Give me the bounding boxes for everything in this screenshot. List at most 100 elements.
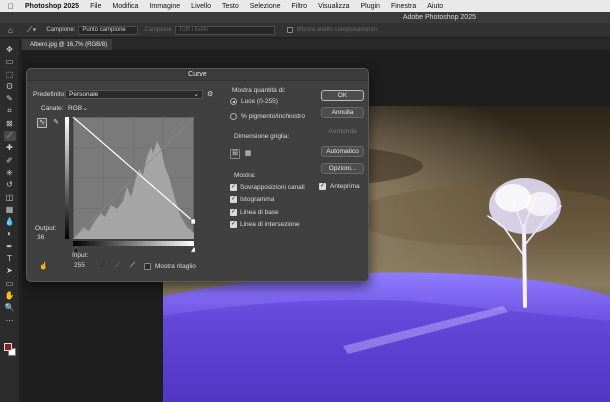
baseline-checkbox[interactable]: ✓ bbox=[230, 209, 237, 216]
curve-control-point[interactable] bbox=[190, 218, 195, 225]
cancel-button[interactable]: Annulla bbox=[321, 107, 364, 118]
output-label: Output: bbox=[35, 225, 57, 232]
hand-icon[interactable]: ✋ bbox=[4, 291, 16, 301]
menu-plugin[interactable]: Plugin bbox=[360, 3, 379, 10]
preview-label: Anteprima bbox=[330, 183, 360, 190]
brush-icon[interactable]: ✐ bbox=[4, 156, 16, 166]
preset-select[interactable]: Personale ⌄ bbox=[65, 90, 203, 99]
grid-size-title: Dimensione griglia: bbox=[234, 133, 290, 140]
pencil-draw-icon[interactable]: ✎ bbox=[51, 118, 61, 128]
chevron-down-icon: ⌄ bbox=[82, 105, 88, 112]
clone-stamp-icon[interactable]: ⎈ bbox=[4, 168, 16, 178]
sample-select-value: Punto campione bbox=[82, 27, 126, 33]
menu-immagine[interactable]: Immagine bbox=[149, 3, 180, 10]
detailed-grid-icon[interactable]: ▦ bbox=[243, 149, 253, 159]
input-value[interactable]: 255 bbox=[74, 262, 85, 269]
preset-select-value: Personale bbox=[69, 91, 99, 98]
pen-icon[interactable]: ✒ bbox=[4, 242, 16, 252]
crop-icon[interactable]: ⌗ bbox=[4, 106, 16, 116]
channel-overlays-label: Sovrapposizioni canali bbox=[240, 184, 305, 191]
pigment-radio[interactable] bbox=[230, 113, 237, 120]
output-gradient-bar bbox=[65, 117, 69, 239]
document-tab[interactable]: Albero.jpg @ 16,7% (RGB/8) bbox=[22, 39, 112, 50]
window-title: Adobe Photoshop 2025 bbox=[402, 14, 476, 21]
frame-icon[interactable]: ⊠ bbox=[4, 119, 16, 129]
on-image-adjust-icon[interactable]: ☝ bbox=[39, 262, 48, 270]
eyedropper-icon[interactable]: ⟋ bbox=[3, 131, 16, 142]
preset-options-gear-icon[interactable]: ⚙ bbox=[207, 90, 213, 98]
menu-modifica[interactable]: Modifica bbox=[112, 3, 138, 10]
light-radio[interactable] bbox=[230, 98, 237, 105]
show-clipping-label: Mostra ritaglio bbox=[155, 263, 196, 270]
output-value[interactable]: 36 bbox=[37, 234, 44, 241]
menu-selezione[interactable]: Selezione bbox=[250, 3, 281, 10]
input-label: Input: bbox=[72, 252, 89, 259]
dodge-icon[interactable]: ◐ bbox=[4, 229, 16, 239]
eyedropper-tool-icon[interactable]: ⟋▾ bbox=[27, 25, 37, 35]
chevron-down-icon: ⌄ bbox=[193, 91, 199, 98]
more-icon[interactable]: ⋯ bbox=[4, 316, 16, 326]
apple-icon[interactable]:  bbox=[8, 2, 14, 11]
black-eyedropper-icon[interactable]: ⟋ bbox=[100, 262, 105, 270]
histogram-checkbox[interactable]: ✓ bbox=[230, 196, 237, 203]
menu-file[interactable]: File bbox=[90, 3, 101, 10]
artboard-icon[interactable]: ▭ bbox=[4, 57, 16, 67]
auto-button[interactable]: Automatico bbox=[321, 146, 364, 157]
menu-visualizza[interactable]: Visualizza bbox=[318, 3, 349, 10]
gray-eyedropper-icon[interactable]: ⟋ bbox=[115, 262, 120, 270]
curve-point-mode-icon[interactable]: ∿ bbox=[37, 118, 47, 128]
zoom-icon[interactable]: 🔍 bbox=[4, 303, 16, 313]
intersection-line-checkbox[interactable]: ✓ bbox=[230, 221, 237, 228]
smooth-button[interactable]: Arrotonda bbox=[321, 126, 364, 137]
history-brush-icon[interactable]: ↺ bbox=[4, 180, 16, 190]
options-button[interactable]: Opzioni... bbox=[321, 163, 364, 174]
blur-icon[interactable]: 💧 bbox=[4, 217, 16, 227]
simple-grid-icon[interactable]: ⊞ bbox=[230, 149, 240, 159]
home-icon[interactable]: ⌂ bbox=[8, 26, 13, 35]
type-icon[interactable]: T bbox=[4, 254, 16, 264]
ok-button[interactable]: OK bbox=[321, 90, 364, 101]
sample2-select-value: Tutti i livelli bbox=[178, 27, 208, 33]
show-amount-title: Mostra quantità di: bbox=[232, 87, 286, 94]
eraser-icon[interactable]: ◫ bbox=[4, 193, 16, 203]
healing-icon[interactable]: ✚ bbox=[4, 143, 16, 153]
menu-testo[interactable]: Testo bbox=[222, 3, 239, 10]
curves-graph[interactable] bbox=[65, 117, 195, 257]
foreground-color-swatch[interactable] bbox=[4, 343, 12, 351]
curves-dialog-title[interactable]: Curve bbox=[27, 69, 368, 81]
input-gradient-bar bbox=[73, 241, 194, 246]
curves-dialog: Curve Predefinito: Personale ⌄ ⚙ Canale:… bbox=[26, 68, 369, 282]
window-titlebar: Adobe Photoshop 2025 bbox=[0, 12, 610, 23]
move-icon[interactable]: ✥ bbox=[4, 45, 16, 55]
sample-ring-checkbox[interactable] bbox=[286, 27, 293, 33]
menu-aiuto[interactable]: Aiuto bbox=[427, 3, 443, 10]
menu-finestra[interactable]: Finestra bbox=[391, 3, 416, 10]
document-tab-title: Albero.jpg @ 16,7% (RGB/8) bbox=[30, 41, 108, 48]
intersection-line-label: Linea di intersezione bbox=[240, 221, 300, 228]
lasso-icon[interactable]: ʘ bbox=[4, 82, 16, 92]
pigment-radio-label: % pigmento/inchiostro bbox=[241, 113, 305, 120]
options-bar: ⌂ ⟋▾ Campione: Punto campione Campione T… bbox=[0, 23, 610, 38]
sample2-label: Campione bbox=[144, 27, 172, 33]
white-eyedropper-icon[interactable]: ⟋ bbox=[130, 262, 135, 270]
rectangle-icon[interactable]: ▭ bbox=[4, 279, 16, 289]
show-clipping-checkbox[interactable] bbox=[144, 263, 151, 270]
baseline-label: Linea di base bbox=[240, 209, 279, 216]
channel-overlays-checkbox[interactable]: ✓ bbox=[230, 184, 237, 191]
menu-livello[interactable]: Livello bbox=[191, 3, 211, 10]
marquee-icon[interactable]: ⬚ bbox=[4, 70, 16, 80]
white-point-slider[interactable] bbox=[190, 246, 195, 253]
histogram-label: Istogramma bbox=[240, 196, 275, 203]
channel-select-value: RGB bbox=[68, 105, 83, 112]
sample2-select[interactable]: Tutti i livelli bbox=[174, 25, 275, 35]
channel-select[interactable]: RGB ⌄ bbox=[64, 104, 92, 113]
preview-checkbox[interactable]: ✓ bbox=[319, 183, 326, 190]
path-select-icon[interactable]: ➤ bbox=[4, 266, 16, 276]
menu-app-name[interactable]: Photoshop 2025 bbox=[25, 3, 79, 10]
quick-select-icon[interactable]: ✎ bbox=[4, 94, 16, 104]
gradient-icon[interactable]: ▦ bbox=[4, 205, 16, 215]
sample-ring-label: Mostra anello campionamento bbox=[296, 27, 378, 33]
sample-select[interactable]: Punto campione bbox=[78, 25, 139, 35]
menu-filtro[interactable]: Filtro bbox=[292, 3, 308, 10]
light-radio-label: Luce (0-255) bbox=[241, 98, 278, 105]
